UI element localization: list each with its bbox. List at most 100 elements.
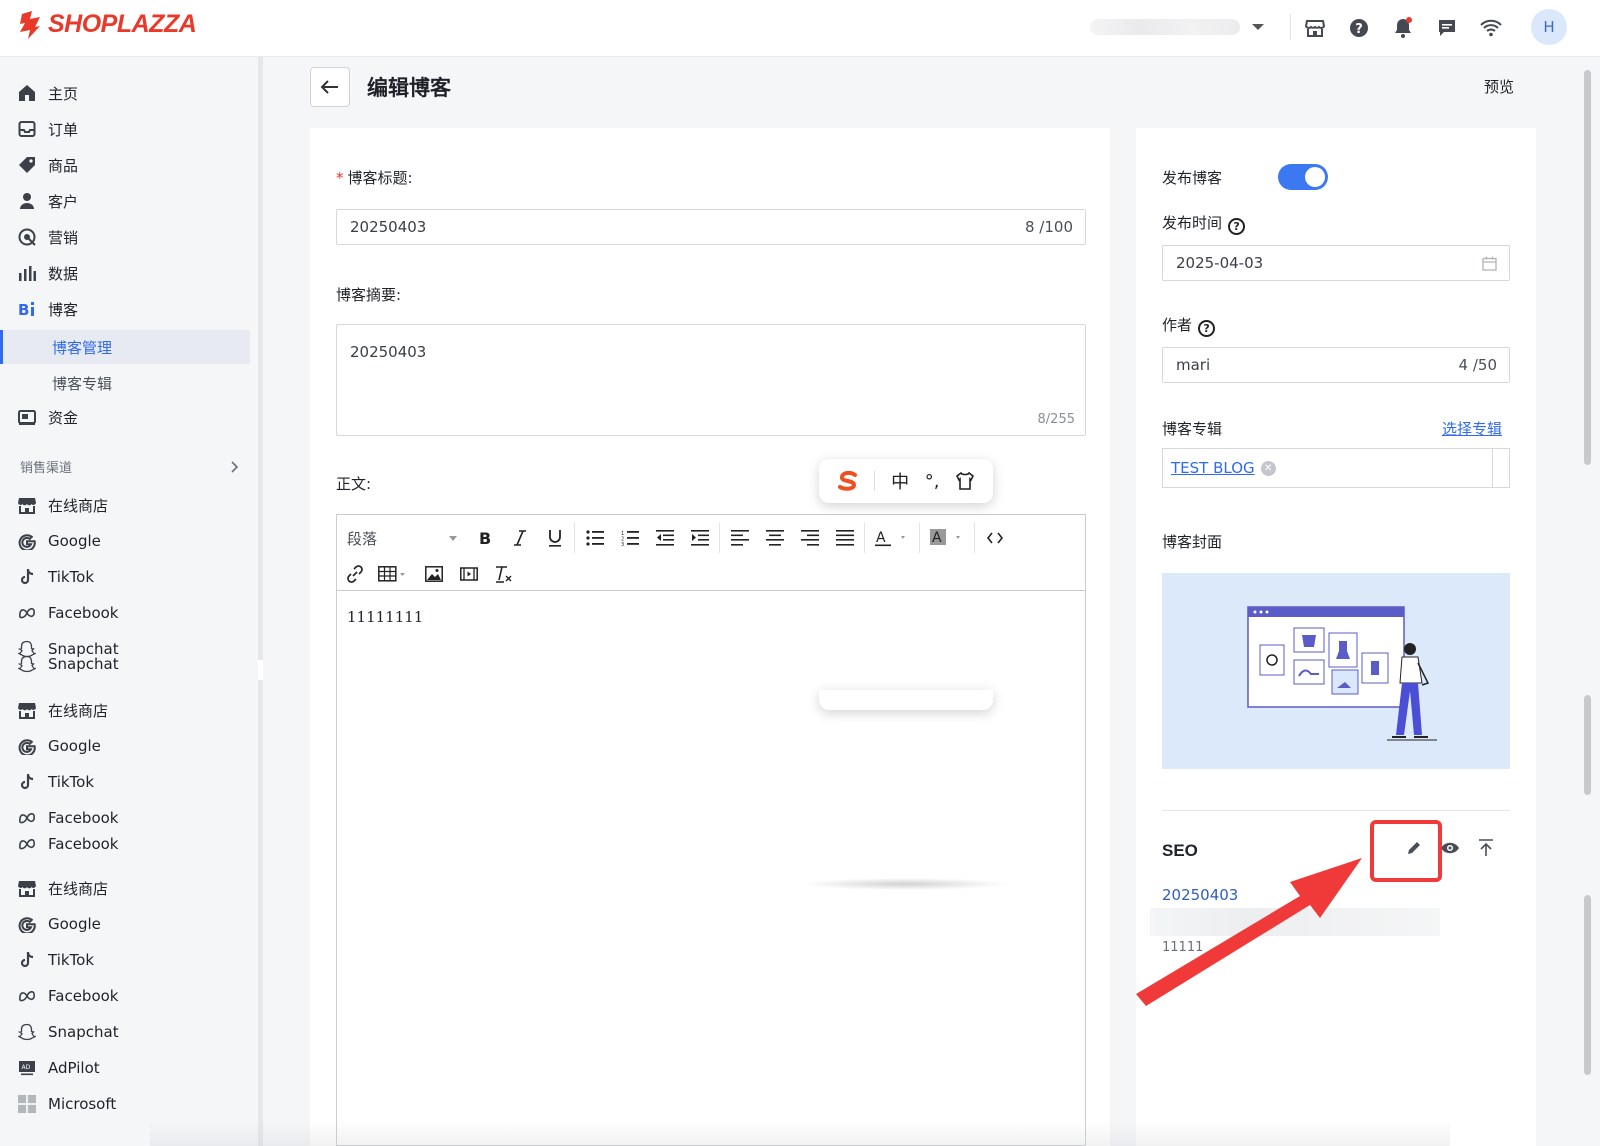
title-label-text: 博客标题: (347, 169, 413, 187)
sidebar-channel-label: Google (48, 915, 101, 933)
top-bar: SHOPLAZZA ? H (0, 0, 1600, 57)
sidebar-channel-facebook[interactable]: Facebook (18, 803, 118, 833)
help-icon[interactable]: ? (1228, 218, 1246, 235)
ime-language-toggle[interactable]: 中 (891, 468, 909, 494)
sidebar-channel-snapchat[interactable]: Snapchat (18, 654, 119, 674)
sidebar-item-home[interactable]: 主页 (18, 78, 78, 108)
sidebar-channel-facebook[interactable]: Facebook (18, 598, 118, 628)
sidebar-item-funds[interactable]: 资金 (18, 402, 78, 432)
page-scrollbar[interactable] (1584, 70, 1591, 1146)
help-icon[interactable]: ? (1198, 320, 1216, 337)
title-input[interactable]: 20250403 8 /100 (336, 209, 1086, 245)
store-switcher[interactable] (1090, 16, 1270, 38)
text-color-icon[interactable]: A (867, 523, 917, 553)
video-icon[interactable] (451, 559, 486, 589)
sidebar-subitem-blog-albums[interactable]: 博客专辑 (0, 366, 250, 400)
sidebar-item-orders[interactable]: 订单 (18, 114, 78, 144)
sidebar-channel-label: Facebook (48, 835, 119, 851)
microsoft-icon (18, 1095, 36, 1113)
align-left-icon[interactable] (722, 523, 757, 553)
store-icon (18, 879, 36, 897)
paragraph-format-select[interactable]: 段落 (337, 523, 467, 553)
bell-icon[interactable] (1388, 13, 1418, 43)
album-select[interactable]: TEST BLOG ✕ (1162, 448, 1510, 488)
shirt-skin-icon[interactable] (955, 472, 975, 490)
sidebar-channel-tiktok[interactable]: TikTok (18, 945, 94, 975)
numbered-list-icon[interactable]: 123 (612, 523, 647, 553)
publish-toggle[interactable] (1278, 164, 1328, 190)
sidebar-channel-label: Google (48, 532, 101, 550)
italic-button[interactable] (502, 523, 537, 553)
collapse-up-icon[interactable] (1474, 836, 1498, 860)
bullet-list-icon[interactable] (577, 523, 612, 553)
sidebar-item-marketing[interactable]: 营销 (18, 222, 78, 252)
sidebar-channel-在线商店[interactable]: 在线商店 (18, 490, 108, 520)
google-icon (18, 915, 36, 933)
select-album-link[interactable]: 选择专辑 (1442, 418, 1502, 439)
sidebar-channel-在线商店[interactable]: 在线商店 (18, 695, 108, 725)
shoplazza-logo[interactable]: SHOPLAZZA (18, 10, 197, 39)
source-code-icon[interactable] (977, 523, 1012, 553)
sidebar-channel-microsoft[interactable]: Microsoft (18, 1089, 116, 1119)
link-icon[interactable] (337, 559, 372, 589)
sidebar-channel-label: 在线商店 (48, 701, 109, 720)
sidebar-channel-snapchat[interactable]: Snapchat (18, 1017, 119, 1047)
sidebar-item-products[interactable]: 商品 (18, 150, 78, 180)
ime-toolbar[interactable]: 中 °, (819, 459, 993, 503)
author-value: mari (1176, 356, 1211, 374)
wifi-icon[interactable] (1476, 13, 1506, 43)
scroll-thumb[interactable] (1584, 895, 1591, 1075)
sidebar-item-customers[interactable]: 客户 (18, 186, 78, 216)
author-input[interactable]: mari 4 /50 (1162, 347, 1510, 383)
back-button[interactable] (310, 67, 350, 107)
align-right-icon[interactable] (792, 523, 827, 553)
paragraph-format-value: 段落 (347, 529, 378, 548)
close-icon[interactable]: ✕ (1260, 460, 1276, 476)
outdent-icon[interactable] (647, 523, 682, 553)
sidebar-channel-tiktok[interactable]: TikTok (18, 562, 94, 592)
sidebar-channel-adpilot[interactable]: AD AdPilot (18, 1053, 100, 1083)
table-icon[interactable] (372, 559, 416, 589)
align-justify-icon[interactable] (827, 523, 862, 553)
highlight-color-icon[interactable]: A (922, 523, 972, 553)
scroll-thumb[interactable] (1584, 70, 1591, 465)
clear-format-icon[interactable] (486, 559, 521, 589)
editor-content[interactable]: 11111111 (347, 608, 423, 626)
store-icon[interactable] (1300, 13, 1330, 43)
sales-channel-header[interactable]: 销售渠道 (20, 457, 240, 476)
divider (1290, 14, 1291, 40)
indent-icon[interactable] (682, 523, 717, 553)
blog-cover-image[interactable] (1162, 573, 1510, 769)
publish-date-picker[interactable]: 2025-04-03 (1162, 245, 1510, 281)
album-label: 博客专辑 (1162, 420, 1223, 438)
preview-button[interactable]: 预览 (1484, 76, 1514, 97)
sidebar-channel-google[interactable]: Google (18, 526, 101, 556)
sidebar-scroll-thumb[interactable] (258, 660, 263, 680)
album-tag-label[interactable]: TEST BLOG (1171, 459, 1255, 477)
sidebar-item-blog[interactable]: B 博客 (18, 294, 78, 324)
sidebar-channel-google[interactable]: Google (18, 731, 101, 761)
sidebar-channel-google[interactable]: Google (18, 909, 101, 939)
rich-text-editor[interactable]: 段落 B 123 A A 11111111 (336, 514, 1086, 1146)
bold-button[interactable]: B (467, 523, 502, 553)
summary-textarea[interactable]: 20250403 8/255 (336, 324, 1086, 436)
toolbar-divider (919, 523, 920, 553)
align-center-icon[interactable] (757, 523, 792, 553)
sidebar-channel-在线商店[interactable]: 在线商店 (18, 873, 108, 903)
sidebar-scrollbar[interactable] (258, 57, 263, 1146)
publish-date-value: 2025-04-03 (1176, 254, 1264, 272)
sidebar-item-analytics[interactable]: 数据 (18, 258, 78, 288)
tiktok-icon (18, 951, 36, 969)
underline-button[interactable] (537, 523, 572, 553)
sidebar-subitem-blog-management[interactable]: 博客管理 (0, 330, 250, 364)
scroll-thumb[interactable] (1584, 695, 1591, 795)
chat-icon[interactable] (1432, 13, 1462, 43)
sidebar-channel-tiktok[interactable]: TikTok (18, 767, 94, 797)
ime-punctuation-toggle[interactable]: °, (925, 471, 940, 492)
sidebar-channel-facebook[interactable]: Facebook (18, 981, 118, 1011)
image-icon[interactable] (416, 559, 451, 589)
sidebar-channel-facebook[interactable]: Facebook (18, 835, 118, 851)
avatar[interactable]: H (1531, 9, 1567, 45)
help-icon[interactable]: ? (1344, 13, 1374, 43)
wallet-icon (18, 408, 36, 426)
